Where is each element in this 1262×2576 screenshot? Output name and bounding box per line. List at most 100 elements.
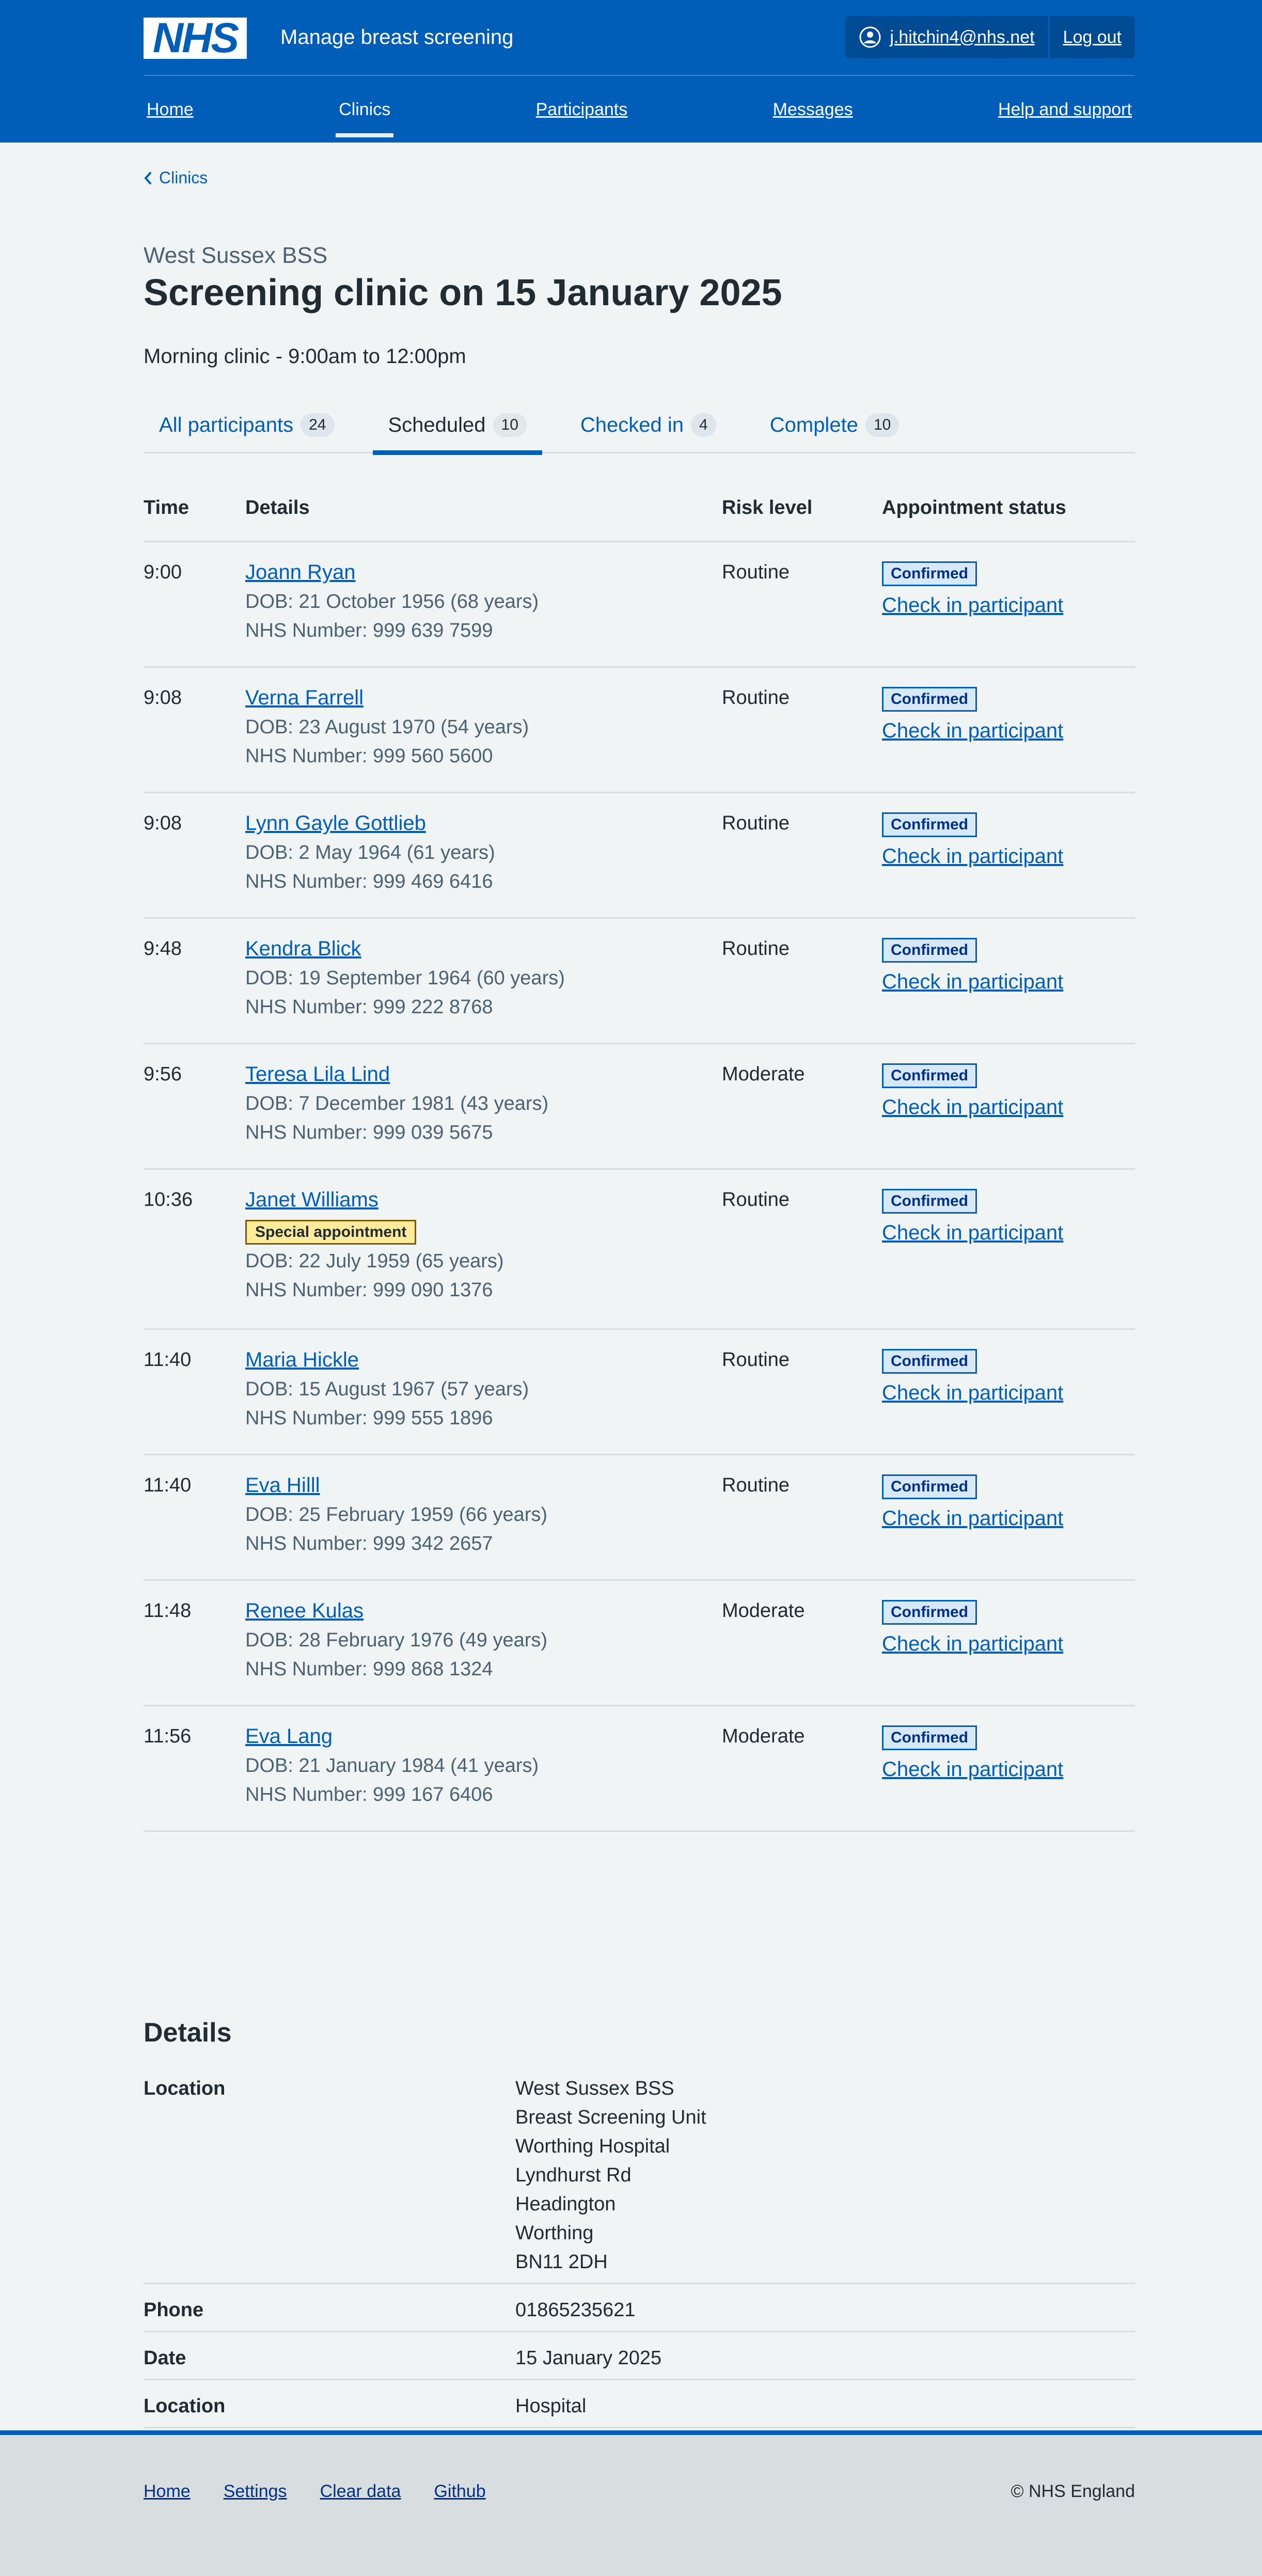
appointment-status: Confirmed Check in participant: [882, 934, 1135, 1043]
appointment-status: Confirmed Check in participant: [882, 1060, 1135, 1168]
back-link-label[interactable]: Clinics: [159, 168, 208, 187]
status-tag: Confirmed: [882, 812, 977, 837]
table-body: 9:00 Joann Ryan DOB: 21 October 1956 (68 y…: [144, 542, 1135, 1832]
risk-level: Moderate: [722, 1600, 805, 1622]
status-tag: Confirmed: [882, 1349, 977, 1374]
nav-link-help[interactable]: Help and support: [995, 93, 1135, 126]
participant-tabs: All participants 24 Scheduled 10 Checked…: [144, 397, 1135, 455]
check-in-participant-link[interactable]: Check in participant: [882, 1504, 1135, 1533]
footer-link-home[interactable]: Home: [144, 2481, 191, 2502]
risk-level: Routine: [722, 1189, 790, 1211]
summary-value-line: 15 January 2025: [515, 2347, 662, 2369]
summary-key: Date: [144, 2347, 186, 2369]
appointment-status: Confirmed Check in participant: [882, 1185, 1135, 1328]
table-row: 11:48 Renee Kulas DOB: 28 February 1976 (4…: [144, 1581, 1135, 1706]
check-in-participant-link[interactable]: Check in participant: [882, 591, 1135, 620]
back-link[interactable]: Clinics: [144, 168, 208, 187]
nav-link-home[interactable]: Home: [144, 93, 197, 126]
check-in-participant-link[interactable]: Check in participant: [882, 842, 1135, 871]
service-name[interactable]: Manage breast screening: [280, 24, 513, 51]
summary-value-line: Headington: [515, 2193, 616, 2215]
appointment-status: Confirmed Check in participant: [882, 683, 1135, 792]
nav-link-messages[interactable]: Messages: [770, 93, 856, 126]
column-header-risk: Risk level: [722, 497, 813, 519]
participant-nhs-number: NHS Number: 999 342 2657: [245, 1533, 493, 1554]
participant-name-link[interactable]: Joann Ryan: [245, 561, 355, 584]
participant-name-link[interactable]: Eva Hilll: [245, 1474, 320, 1497]
nav-link-participants[interactable]: Participants: [533, 93, 631, 126]
participant-name-link[interactable]: Verna Farrell: [245, 686, 364, 709]
participant-dob: DOB: 25 February 1959 (66 years): [245, 1504, 548, 1526]
clinic-details-list: Location West Sussex BSS Breast Screening …: [144, 2074, 1135, 2488]
page-caption: West Sussex BSS: [144, 243, 328, 268]
participant-name: Kendra Blick: [245, 934, 722, 964]
chevron-left-icon: [145, 171, 151, 184]
participant-name: Teresa Lila Lind: [245, 1060, 722, 1089]
check-in-participant-link[interactable]: Check in participant: [882, 1629, 1135, 1658]
status-tag: Confirmed: [882, 1063, 977, 1088]
nhs-logo-text: NHS: [152, 14, 239, 61]
risk-level: Routine: [722, 1474, 790, 1496]
logout-link[interactable]: Log out: [1063, 27, 1122, 48]
check-in-participant-link[interactable]: Check in participant: [882, 716, 1135, 745]
user-email-link[interactable]: j.hitchin4@nhs.net: [890, 27, 1034, 48]
tab-count: 24: [301, 413, 335, 437]
participant-name-link[interactable]: Teresa Lila Lind: [245, 1063, 390, 1086]
nav-link-clinics[interactable]: Clinics: [336, 93, 393, 126]
participant-dob: DOB: 15 August 1967 (57 years): [245, 1378, 529, 1400]
table-row: 9:08 Verna Farrell DOB: 23 August 1970 (54…: [144, 668, 1135, 793]
table-row: 9:00 Joann Ryan DOB: 21 October 1956 (68 y…: [144, 542, 1135, 668]
nhs-logo[interactable]: NHS: [144, 14, 247, 61]
tab-checked-in[interactable]: Checked in 4: [565, 397, 732, 453]
table-row: 9:48 Kendra Blick DOB: 19 September 1964 (…: [144, 919, 1135, 1044]
participant-details: Joann Ryan DOB: 21 October 1956 (68 years…: [245, 558, 722, 666]
footer-link-github[interactable]: Github: [434, 2481, 485, 2502]
participant-dob: DOB: 7 December 1981 (43 years): [245, 1093, 549, 1114]
summary-value-line: 01865235621: [515, 2299, 636, 2321]
participant-name-link[interactable]: Renee Kulas: [245, 1599, 364, 1622]
footer-links: Home Settings Clear data Github: [144, 2481, 519, 2502]
check-in-participant-link[interactable]: Check in participant: [882, 1755, 1135, 1784]
participant-name-link[interactable]: Kendra Blick: [245, 937, 361, 960]
risk-level: Moderate: [722, 1063, 805, 1085]
tab-label: Scheduled: [388, 413, 486, 436]
participant-name-link[interactable]: Janet Williams: [245, 1188, 378, 1211]
status-tag: Confirmed: [882, 1474, 977, 1499]
check-in-participant-link[interactable]: Check in participant: [882, 967, 1135, 996]
appointment-time: 9:56: [144, 1063, 182, 1085]
summary-row: Date 15 January 2025: [144, 2344, 1135, 2380]
appointment-time: 9:08: [144, 812, 182, 834]
check-in-participant-link[interactable]: Check in participant: [882, 1218, 1135, 1247]
nav-item-help: Help and support: [995, 93, 1135, 143]
participant-name: Maria Hickle: [245, 1345, 722, 1375]
summary-value: Hospital: [515, 2392, 1135, 2421]
participant-name-link[interactable]: Lynn Gayle Gottlieb: [245, 812, 426, 835]
site-footer: Home Settings Clear data Github © NHS En…: [0, 2430, 1262, 2576]
footer-link-clear-data[interactable]: Clear data: [320, 2481, 401, 2502]
appointment-time: 10:36: [144, 1189, 193, 1211]
summary-value-line: Breast Screening Unit: [515, 2107, 706, 2128]
tab-count: 4: [691, 413, 716, 437]
primary-navigation: Home Clinics Participants Messages Help …: [144, 93, 1135, 143]
table-row: 11:56 Eva Lang DOB: 21 January 1984 (41 ye…: [144, 1706, 1135, 1832]
check-in-participant-link[interactable]: Check in participant: [882, 1093, 1135, 1122]
tab-all-participants[interactable]: All participants 24: [144, 397, 350, 453]
summary-value-line: BN11 2DH: [515, 2251, 608, 2273]
check-in-participant-link[interactable]: Check in participant: [882, 1378, 1135, 1407]
participant-name-link[interactable]: Maria Hickle: [245, 1348, 359, 1371]
risk-level: Routine: [722, 938, 790, 960]
footer-link-settings[interactable]: Settings: [224, 2481, 287, 2502]
summary-value-line: Lyndhurst Rd: [515, 2164, 632, 2186]
risk-level: Moderate: [722, 1725, 805, 1747]
participant-name-link[interactable]: Eva Lang: [245, 1725, 333, 1748]
appointment-status: Confirmed Check in participant: [882, 1722, 1135, 1830]
tab-scheduled[interactable]: Scheduled 10: [372, 397, 543, 455]
participant-nhs-number: NHS Number: 999 639 7599: [245, 620, 493, 641]
tab-label: Checked in: [580, 413, 684, 436]
header-divider: [144, 75, 1135, 76]
participant-details: Eva Hilll DOB: 25 February 1959 (66 years…: [245, 1471, 722, 1579]
tab-complete[interactable]: Complete 10: [754, 397, 915, 453]
participant-details: Teresa Lila Lind DOB: 7 December 1981 (43…: [245, 1060, 722, 1168]
participant-dob: DOB: 28 February 1976 (49 years): [245, 1629, 548, 1651]
participant-name: Janet Williams: [245, 1185, 722, 1215]
